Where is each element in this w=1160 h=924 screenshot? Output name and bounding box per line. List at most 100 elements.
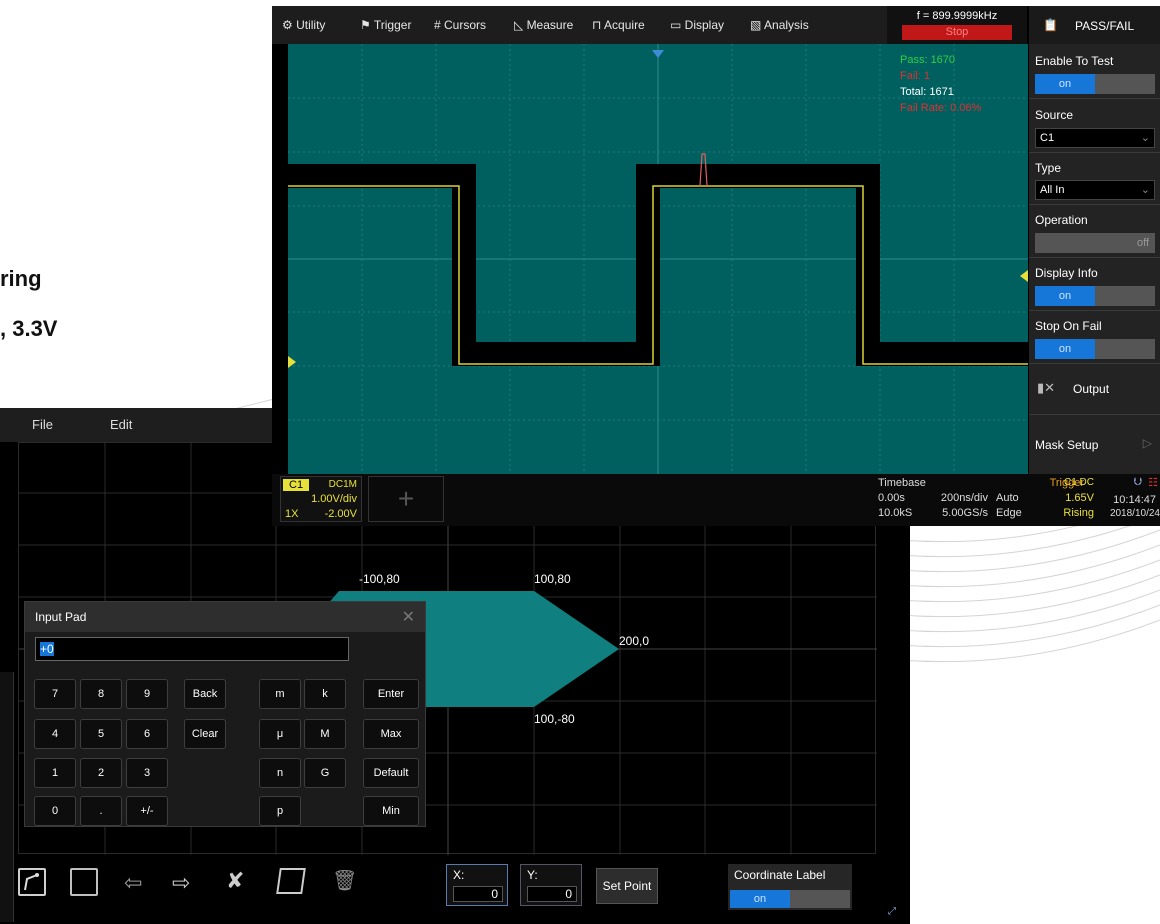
channel1-coupling: DC1M: [328, 479, 357, 490]
key-8[interactable]: 8: [80, 679, 122, 709]
key-2[interactable]: 2: [80, 758, 122, 788]
key-plus-minus[interactable]: +/-: [126, 796, 168, 826]
key-5[interactable]: 5: [80, 719, 122, 749]
trigger-type: Edge: [996, 507, 1022, 519]
trigger-slope: Rising: [1063, 507, 1094, 519]
waveform-display[interactable]: Pass: 1670 Fail: 1 Total: 1671 Fail Rate…: [288, 44, 1028, 474]
channel1-badge: C1: [283, 479, 310, 491]
key-max[interactable]: Max: [363, 719, 419, 749]
menu-trigger[interactable]: ⚑ Trigger: [360, 18, 411, 32]
usb-icon: ⮋: [1133, 476, 1142, 488]
fail-rate: Fail Rate: 0.06%: [900, 102, 982, 114]
set-point-button[interactable]: Set Point: [596, 868, 658, 904]
x-value[interactable]: 0: [453, 886, 503, 902]
coordinate-label-title: Coordinate Label: [734, 868, 826, 882]
input-pad-field[interactable]: +0: [35, 637, 349, 661]
y-value[interactable]: 0: [527, 886, 577, 902]
enable-to-test-toggle[interactable]: on: [1035, 74, 1155, 94]
source-select[interactable]: C1 ⌄: [1035, 128, 1155, 148]
x-coordinate-box[interactable]: X: 0: [446, 864, 508, 906]
panel-header: 📋 PASS/FAIL: [1029, 6, 1160, 44]
point-label-4: 100,-80: [534, 712, 575, 726]
point-label-1: -100,80: [359, 572, 400, 586]
clock-date: 2018/10/24: [1109, 508, 1160, 519]
menu-utility[interactable]: ⚙ Utility: [282, 18, 325, 32]
rectangle-tool-icon[interactable]: [70, 868, 98, 896]
cursors-icon: #: [434, 18, 445, 32]
display-info-toggle[interactable]: on: [1035, 286, 1155, 306]
trash-icon[interactable]: 🗑: [332, 868, 357, 893]
channel1-probe: 1X: [285, 508, 299, 520]
menu-measure[interactable]: ◺ Measure: [514, 18, 573, 32]
key-3[interactable]: 3: [126, 758, 168, 788]
memory-depth: 10.0kS: [878, 507, 913, 519]
chevron-right-icon: ▷: [1142, 436, 1152, 450]
acquire-icon: ⊓: [592, 18, 605, 32]
y-label: Y:: [527, 868, 538, 882]
menu-edit[interactable]: Edit: [110, 417, 132, 432]
key-mega[interactable]: M: [304, 719, 346, 749]
sample-rate: 5.00GS/s: [942, 507, 988, 519]
trigger-source: C1 DC: [1063, 477, 1094, 488]
source-value: C1: [1040, 132, 1055, 144]
coordinate-label-on: on: [730, 890, 790, 908]
output-button[interactable]: ▮✕ Output: [1029, 364, 1160, 414]
key-enter[interactable]: Enter: [363, 679, 419, 709]
stop-on-fail-toggle[interactable]: on: [1035, 339, 1155, 359]
divider: [1029, 98, 1160, 99]
menu-acquire[interactable]: ⊓ Acquire: [592, 18, 645, 32]
run-state-badge[interactable]: Stop: [902, 25, 1012, 40]
point-label-2: 100,80: [534, 572, 571, 586]
key-dot[interactable]: .: [80, 796, 122, 826]
stage: ring , 3.3V File Edit -100,80 100,80 200…: [0, 0, 1160, 924]
key-4[interactable]: 4: [34, 719, 76, 749]
y-coordinate-box[interactable]: Y: 0: [520, 864, 582, 906]
menu-cursors[interactable]: # Cursors: [434, 18, 486, 32]
type-select[interactable]: All In ⌄: [1035, 180, 1155, 200]
input-pad-titlebar: Input Pad ✕: [25, 602, 425, 632]
key-back[interactable]: Back: [184, 679, 226, 709]
channel1-offset: -2.00V: [324, 508, 357, 520]
divider: [1029, 257, 1160, 258]
key-1[interactable]: 1: [34, 758, 76, 788]
key-9[interactable]: 9: [126, 679, 168, 709]
close-shape-icon[interactable]: [276, 868, 306, 894]
key-giga[interactable]: G: [304, 758, 346, 788]
key-7[interactable]: 7: [34, 679, 76, 709]
key-pico[interactable]: p: [259, 796, 301, 826]
key-6[interactable]: 6: [126, 719, 168, 749]
coordinate-label-toggle[interactable]: on: [730, 890, 850, 908]
draw-polygon-tool-icon[interactable]: [18, 868, 46, 896]
key-clear[interactable]: Clear: [184, 719, 226, 749]
menu-analysis[interactable]: ▧ Analysis: [750, 18, 809, 32]
fail-count: Fail: 1: [900, 70, 930, 82]
mask-setup-label: Mask Setup: [1035, 438, 1099, 452]
key-k[interactable]: k: [304, 679, 346, 709]
mask-setup-button[interactable]: Mask Setup ▷: [1029, 424, 1160, 464]
close-icon[interactable]: ✕: [402, 607, 415, 627]
redo-icon[interactable]: ⇨: [172, 870, 190, 896]
key-micro[interactable]: μ: [259, 719, 301, 749]
key-m[interactable]: m: [259, 679, 301, 709]
key-nano[interactable]: n: [259, 758, 301, 788]
pass-count: Pass: 1670: [900, 54, 956, 66]
input-pad-value: +0: [40, 642, 54, 656]
operation-toggle[interactable]: off: [1035, 233, 1155, 253]
undo-icon[interactable]: ⇦: [124, 870, 142, 896]
channel1-info[interactable]: C1 DC1M 1.00V/div 1X -2.00V: [280, 476, 362, 522]
panel-title: PASS/FAIL: [1075, 19, 1135, 33]
coordinate-label-toggle-group: Coordinate Label on: [728, 864, 852, 910]
add-channel-icon[interactable]: +: [368, 476, 444, 522]
key-0[interactable]: 0: [34, 796, 76, 826]
expand-icon[interactable]: ⤢: [888, 906, 896, 917]
frequency-readout: f = 899.9999kHz Stop: [887, 6, 1027, 44]
menu-file[interactable]: File: [32, 417, 53, 432]
edit-point-icon[interactable]: ✘: [226, 868, 244, 894]
timebase-info[interactable]: Timebase 0.00s 200ns/div 10.0kS 5.00GS/s: [872, 476, 990, 522]
key-default[interactable]: Default: [363, 758, 419, 788]
type-label: Type: [1035, 161, 1062, 175]
pass-fail-panel: 📋 PASS/FAIL Enable To Test on Source C1 ⌄…: [1029, 6, 1160, 474]
menu-display[interactable]: ▭ Display: [670, 18, 724, 32]
chevron-down-icon: ⌄: [1140, 184, 1150, 196]
key-min[interactable]: Min: [363, 796, 419, 826]
